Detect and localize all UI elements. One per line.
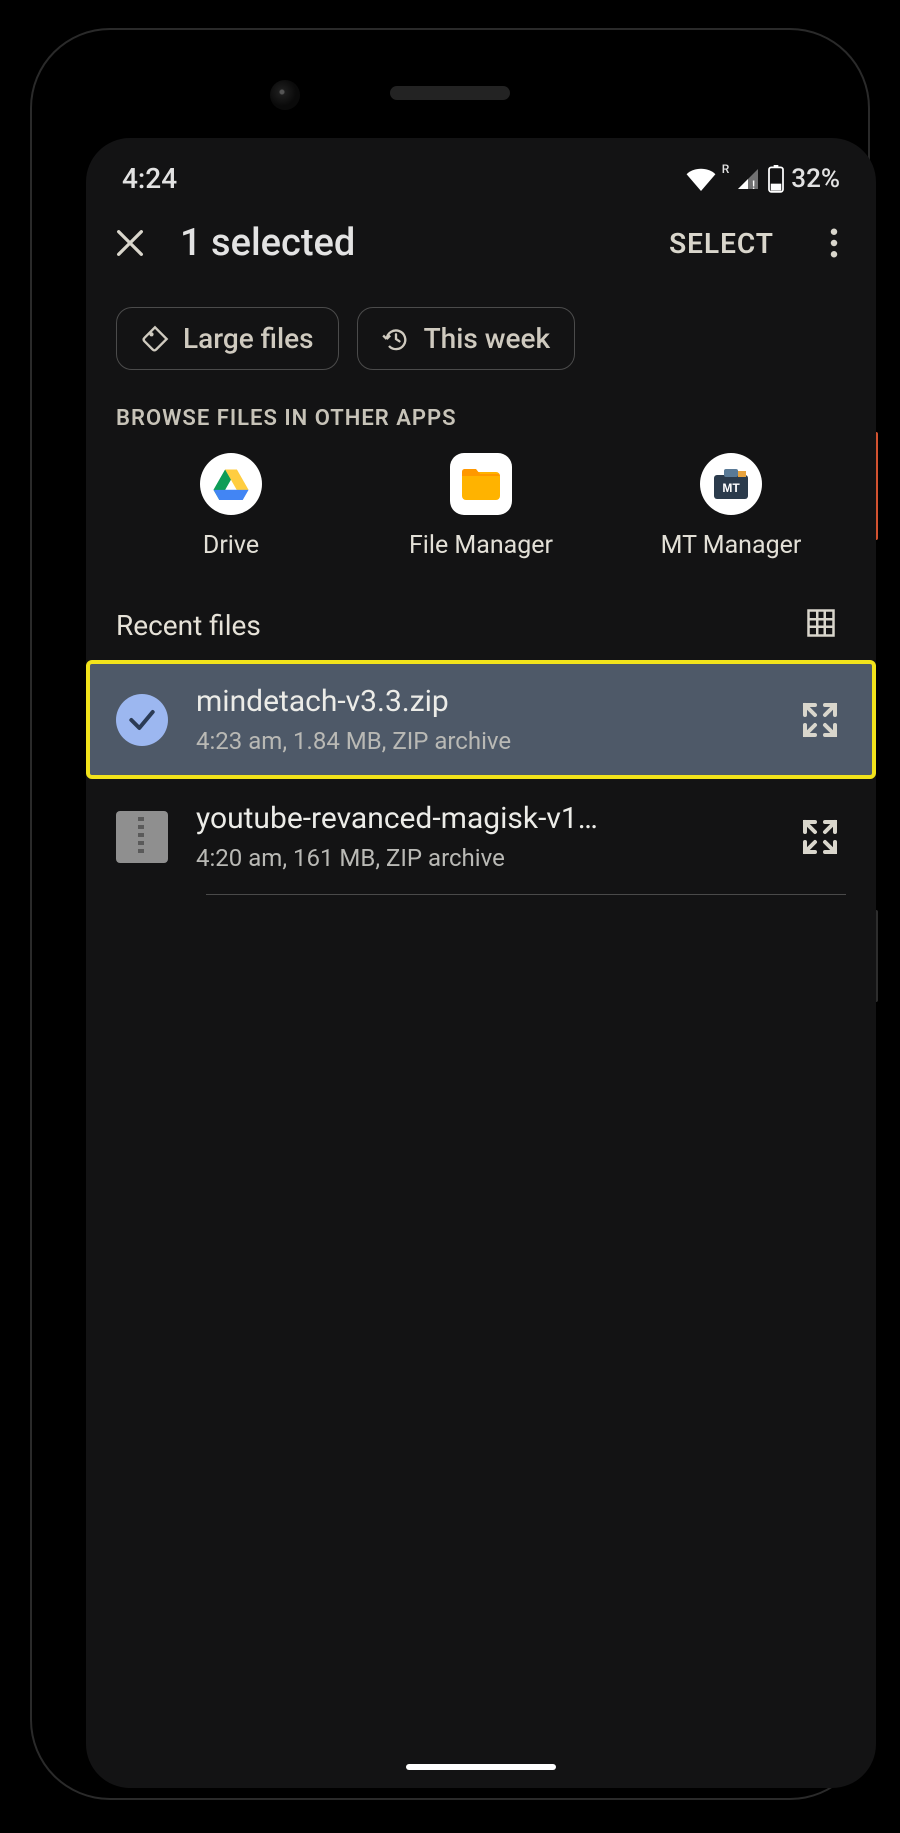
appbar-title: 1 selected [180,221,629,265]
status-time: 4:24 [122,162,177,195]
battery-icon [767,165,785,193]
home-indicator[interactable] [406,1764,556,1770]
app-bar: 1 selected SELECT [86,205,876,287]
history-icon [382,325,410,353]
app-label: File Manager [409,531,553,560]
tag-icon [141,325,169,353]
grid-view-button[interactable] [806,608,840,642]
expand-button[interactable] [794,811,846,863]
status-right: R ! 32% [686,164,840,194]
close-icon [113,226,147,260]
drive-icon [200,453,262,515]
app-file-manager[interactable]: File Manager [381,453,581,560]
status-bar: 4:24 R ! 32% [86,138,876,205]
expand-button[interactable] [794,694,846,746]
file-row-selected[interactable]: mindetach-v3.3.zip 4:23 am, 1.84 MB, ZIP… [86,660,876,779]
file-row[interactable]: youtube-revanced-magisk-v1… 4:20 am, 161… [86,779,876,894]
wifi-icon [686,167,716,191]
zip-file-icon [116,811,168,863]
file-text: youtube-revanced-magisk-v1… 4:20 am, 161… [196,801,766,872]
mt-manager-icon: MT [700,453,762,515]
file-text: mindetach-v3.3.zip 4:23 am, 1.84 MB, ZIP… [196,684,766,755]
file-meta: 4:20 am, 161 MB, ZIP archive [196,844,766,872]
chip-this-week[interactable]: This week [357,307,576,370]
svg-text:MT: MT [722,481,740,495]
fullscreen-icon [800,700,840,740]
more-vert-icon [830,228,838,258]
recent-header: Recent files [86,584,876,660]
browse-section-label: BROWSE FILES IN OTHER APPS [86,394,876,453]
fullscreen-icon [800,817,840,857]
other-apps-row: Drive File Manager MT MT Manager [86,453,876,584]
device-camera [270,80,300,110]
file-name: youtube-revanced-magisk-v1… [196,801,766,836]
file-list: mindetach-v3.3.zip 4:23 am, 1.84 MB, ZIP… [86,660,876,895]
phone-frame: 4:24 R ! 32% 1 selected SELECT Large fil [30,28,870,1800]
file-meta: 4:23 am, 1.84 MB, ZIP archive [196,727,766,755]
divider [206,894,846,895]
recent-title: Recent files [116,609,261,642]
chip-label: Large files [183,322,314,355]
battery-percent: 32% [791,164,840,194]
grid-icon [806,608,836,638]
app-label: Drive [203,531,259,560]
close-button[interactable] [108,221,152,265]
file-name: mindetach-v3.3.zip [196,684,766,719]
device-speaker [390,86,510,100]
screen: 4:24 R ! 32% 1 selected SELECT Large fil [86,138,876,1788]
chip-large-files[interactable]: Large files [116,307,339,370]
file-manager-icon [450,453,512,515]
chip-label: This week [424,322,551,355]
filter-chips: Large files This week [86,287,876,394]
app-drive[interactable]: Drive [131,453,331,560]
svg-text:!: ! [752,178,755,191]
overflow-menu-button[interactable] [814,221,854,265]
select-button[interactable]: SELECT [657,227,786,260]
roaming-label: R [722,162,730,176]
app-label: MT Manager [661,531,802,560]
signal-icon: ! [735,167,761,191]
selected-check-icon [116,694,168,746]
app-mt-manager[interactable]: MT MT Manager [631,453,831,560]
